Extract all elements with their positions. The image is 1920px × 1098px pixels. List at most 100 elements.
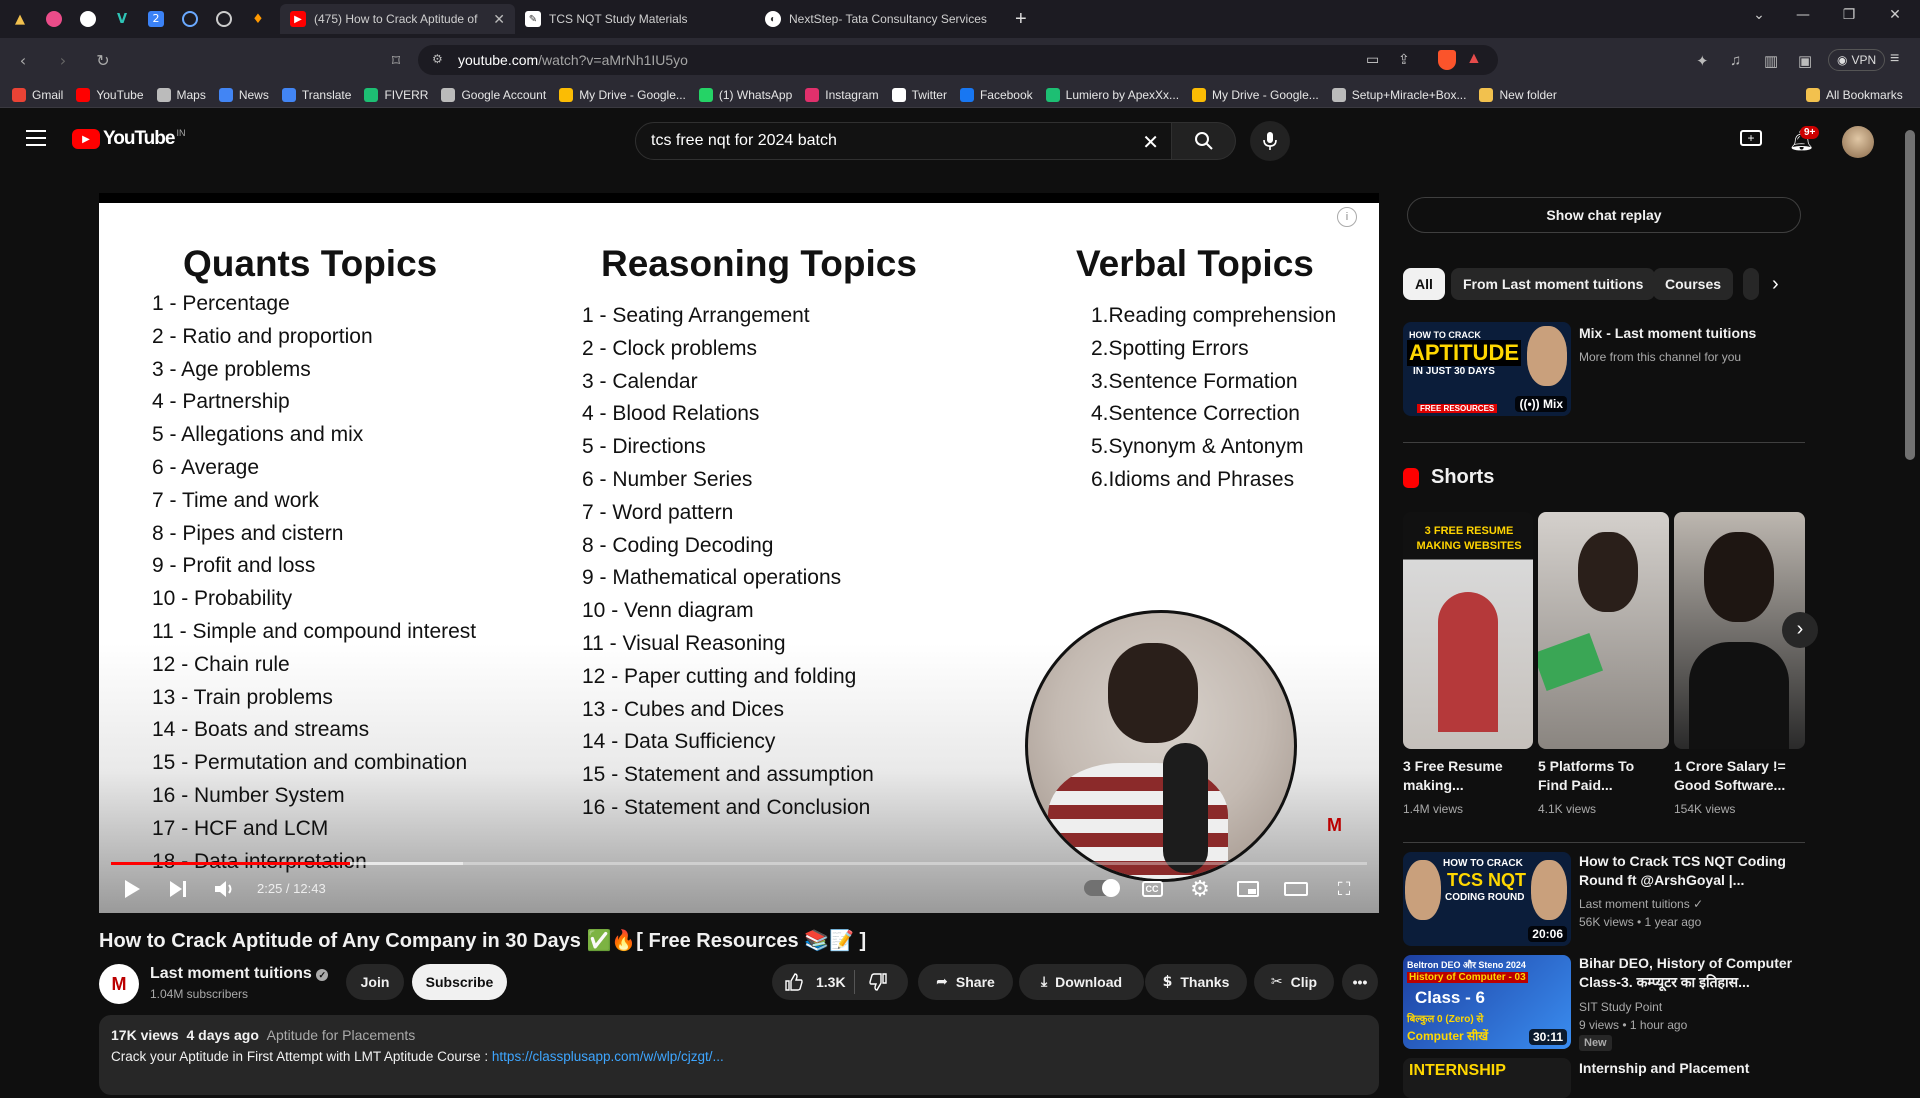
vector-icon[interactable]: V [108,5,136,33]
bookmark-item[interactable]: Google Account [441,87,546,102]
site-settings-icon[interactable]: ⚙ [432,52,443,66]
short-title-1[interactable]: 3 Free Resume making... [1403,757,1533,795]
shorts-next-button[interactable]: › [1782,612,1818,648]
description-link[interactable]: https://classplusapp.com/w/wlp/cjzgt/... [492,1049,724,1064]
search-input[interactable]: tcs free nqt for 2024 batch ✕ [635,122,1172,160]
download-button[interactable]: ⤓ Download [1019,964,1144,1000]
bookmark-item[interactable]: New folder [1479,87,1557,102]
chip-courses[interactable]: Courses [1653,268,1734,300]
video-player[interactable]: Quants Topics 1 - Percentage 2 - Ratio an… [99,193,1379,913]
description-box[interactable]: 17K views 4 days ago Aptitude for Placem… [99,1015,1379,1095]
short-thumbnail-2[interactable] [1538,512,1669,749]
tab-list-chevron-icon[interactable]: ⌄ [1736,0,1782,30]
bookmark-item[interactable]: Lumiero by ApexXx... [1045,87,1179,102]
back-icon[interactable]: ‹ [8,45,38,75]
all-bookmarks-button[interactable]: All Bookmarks [1806,87,1903,102]
address-bar[interactable]: ⚙ youtube.com/watch?v=aMrNh1IU5yo ▭ ⇪ ▲ [418,45,1498,75]
share-page-icon[interactable]: ⇪ [1398,51,1410,68]
chrome-icon[interactable] [210,5,238,33]
flame-icon[interactable]: ♦ [244,5,272,33]
tab-nextstep[interactable]: ◐ NextStep- Tata Consultancy Services [755,4,1005,34]
brave-shields-icon[interactable] [1438,50,1456,70]
bookmark-item[interactable]: My Drive - Google... [1192,87,1319,102]
minimize-button[interactable]: — [1780,0,1826,30]
wallet-icon[interactable]: ▣ [1798,52,1812,70]
next-button[interactable] [165,876,191,902]
extensions-icon[interactable]: ✦ [1696,52,1709,70]
dribbble-icon[interactable] [40,5,68,33]
tab-tcs-materials[interactable]: ✎ TCS NQT Study Materials [515,4,755,34]
install-app-icon[interactable]: ▭ [1366,51,1379,68]
voice-search-button[interactable] [1250,121,1290,161]
like-button[interactable]: 1.3K [784,972,846,992]
progress-bar[interactable] [111,862,1367,865]
autoplay-toggle[interactable] [1084,879,1120,897]
short-thumbnail-1[interactable]: 3 FREE RESUME MAKING WEBSITES [1403,512,1533,749]
number-2-icon[interactable]: 2 [142,5,170,33]
bookmark-page-icon[interactable]: ⌑ [381,45,411,75]
show-chat-replay-button[interactable]: Show chat replay [1407,197,1801,233]
tab-youtube[interactable]: ▶ (475) How to Crack Aptitude of ✕ [280,4,515,34]
github-icon[interactable] [74,5,102,33]
related-title-2[interactable]: Bihar DEO, History of Computer Class-3. … [1579,954,1799,992]
menu-icon[interactable]: ≡ [1890,50,1899,68]
short-title-2[interactable]: 5 Platforms To Find Paid... [1538,757,1666,795]
clear-search-icon[interactable]: ✕ [1142,130,1159,155]
mix-thumbnail[interactable]: HOW TO CRACK APTITUDE IN JUST 30 DAYS FR… [1403,322,1571,416]
vpn-button[interactable]: ◉ VPN [1828,49,1886,71]
bookmark-item[interactable]: FIVERR [364,87,428,102]
miniplayer-button[interactable] [1235,876,1261,902]
chip-from-channel[interactable]: From Last moment tuitions [1451,268,1656,300]
related-title-1[interactable]: How to Crack TCS NQT Coding Round ft @Ar… [1579,852,1799,890]
related-thumbnail-2[interactable]: Beltron DEO और Steno 2024 History of Com… [1403,955,1571,1049]
close-window-button[interactable]: ✕ [1872,0,1918,30]
more-actions-button[interactable]: ••• [1342,964,1378,1000]
bookmark-item[interactable]: My Drive - Google... [559,87,686,102]
search-button[interactable] [1172,122,1236,160]
circle-logo-icon[interactable] [176,5,204,33]
bookmark-item[interactable]: YouTube [76,87,144,102]
youtube-logo[interactable]: ▶ YouTube IN [72,128,185,150]
chip-all[interactable]: All [1403,268,1445,300]
create-icon[interactable]: + [1740,130,1762,146]
new-tab-button[interactable]: + [1005,4,1037,34]
volume-button[interactable] [212,876,238,902]
thanks-button[interactable]: $ Thanks [1145,964,1247,1000]
theater-mode-button[interactable] [1283,876,1309,902]
channel-avatar[interactable]: M [99,964,139,1004]
maximize-button[interactable]: ❐ [1826,0,1872,30]
related-thumbnail-1[interactable]: HOW TO CRACK TCS NQT CODING ROUND 20:06 [1403,852,1571,946]
bookmark-item[interactable]: (1) WhatsApp [698,87,792,102]
settings-button[interactable]: ⚙ [1187,876,1213,902]
bookmark-item[interactable]: Instagram [805,87,879,102]
fullscreen-button[interactable]: ⛶ [1331,876,1357,902]
page-scrollbar[interactable] [1905,130,1915,460]
share-button[interactable]: ➦ Share [918,964,1013,1000]
playlist-link[interactable]: Aptitude for Placements [267,1027,416,1043]
bookmark-item[interactable]: Maps [156,87,206,102]
related-title-3[interactable]: Internship and Placement [1579,1059,1799,1078]
media-icon[interactable]: ♫ [1730,52,1741,69]
bookmark-item[interactable]: Setup+Miracle+Box... [1331,87,1466,102]
close-tab-icon[interactable]: ✕ [493,11,505,28]
chip-overflow[interactable] [1743,268,1759,300]
bookmark-item[interactable]: Gmail [12,87,63,102]
chips-next-icon[interactable]: › [1772,273,1779,296]
play-button[interactable] [119,876,145,902]
dislike-button[interactable] [868,972,888,997]
hamburger-menu-icon[interactable] [26,130,46,146]
bookmark-item[interactable]: Facebook [959,87,1033,102]
brave-rewards-icon[interactable]: ▲ [1466,50,1482,68]
bookmark-item[interactable]: News [218,87,269,102]
info-icon[interactable]: i [1337,207,1357,227]
clip-button[interactable]: ✂ Clip [1254,964,1334,1000]
short-title-3[interactable]: 1 Crore Salary != Good Software... [1674,757,1804,795]
avatar[interactable] [1842,126,1874,158]
related-thumbnail-3[interactable]: INTERNSHIP [1403,1058,1571,1098]
triangle-icon[interactable]: ▲ [6,5,34,33]
bookmark-item[interactable]: Translate [281,87,351,102]
bookmark-item[interactable]: Twitter [891,87,947,102]
subscribe-button[interactable]: Subscribe [412,964,507,1000]
mix-title[interactable]: Mix - Last moment tuitions [1579,324,1799,343]
reload-icon[interactable]: ↻ [88,45,118,75]
